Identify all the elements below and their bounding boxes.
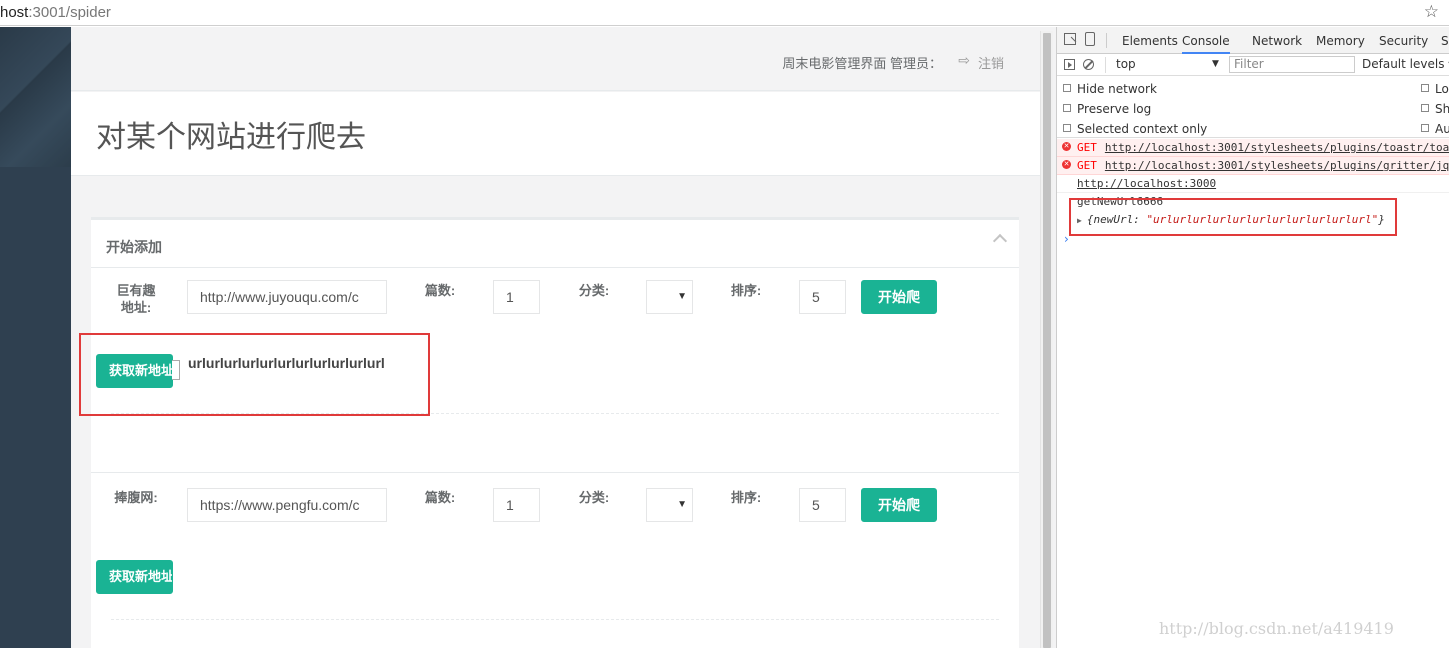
count-input-juyouqu[interactable]: 1 (493, 280, 540, 314)
sign-out-icon[interactable]: ⇨ (958, 52, 970, 69)
count-label: 篇数: (424, 283, 456, 298)
hide-network-checkbox[interactable]: Hide network (1063, 82, 1157, 96)
selected-context-checkbox[interactable]: Selected context only (1063, 122, 1207, 136)
show-sidebar-icon[interactable] (1064, 59, 1075, 70)
tab-memory[interactable]: Memory (1316, 34, 1365, 48)
error-icon: ✕ (1062, 141, 1071, 151)
order-input-pengfu[interactable]: 5 (799, 488, 846, 522)
category-select-juyouqu[interactable]: ▼ (646, 280, 693, 314)
count-input-pengfu[interactable]: 1 (493, 488, 540, 522)
console-settings: Hide network Preserve log Selected conte… (1057, 76, 1449, 138)
clear-console-icon[interactable] (1083, 59, 1094, 70)
bookmark-star-icon[interactable]: ☆ (1424, 2, 1439, 22)
preserve-log-checkbox[interactable]: Preserve log (1063, 102, 1151, 116)
logout-link[interactable]: 注销 (978, 53, 1004, 72)
start-crawl-button-juyouqu[interactable]: 开始爬 (861, 280, 937, 314)
collapse-chevron-up-icon[interactable] (992, 233, 1008, 249)
order-label: 排序: (730, 283, 762, 298)
error-icon: ✕ (1062, 159, 1071, 169)
site-url-input-juyouqu[interactable]: http://www.juyouqu.com/c (187, 280, 387, 314)
chevron-down-icon: ▼ (1212, 59, 1219, 69)
watermark-text: http://blog.csdn.net/a419419 (1159, 619, 1394, 638)
log-levels-select[interactable]: Default levels ▾ (1362, 57, 1449, 71)
order-label: 排序: (730, 490, 762, 505)
category-label: 分类: (578, 283, 610, 298)
page-heading: 对某个网站进行爬去 (71, 92, 1040, 176)
devtools-panel: Elements Console Network Memory Security… (1056, 27, 1449, 648)
panel-title: 开始添加 (106, 239, 162, 255)
highlight-annotation-box (1069, 198, 1397, 236)
chevron-down-icon: ▼ (677, 499, 687, 510)
site-url-input-pengfu[interactable]: https://www.pengfu.com/c (187, 488, 387, 522)
top-navbar: 周末电影管理界面 管理员： ⇨ 注销 (71, 31, 1040, 91)
sidebar-header (0, 27, 71, 167)
error-url-link[interactable]: http://localhost:3001/stylesheets/plugin… (1105, 159, 1449, 172)
show-timestamps-checkbox[interactable]: Sho (1421, 102, 1449, 116)
address-bar[interactable]: host:3001/spider ☆ (0, 0, 1449, 26)
tab-overflow[interactable]: Se (1441, 34, 1449, 48)
category-select-pengfu[interactable]: ▼ (646, 488, 693, 522)
console-error-row: ✕ GET http://localhost:3001/stylesheets/pl… (1057, 157, 1449, 175)
error-url-link[interactable]: http://localhost:3001/stylesheets/plugin… (1105, 141, 1449, 154)
console-toolbar: top ▼ Filter Default levels ▾ (1057, 54, 1449, 76)
devtools-tab-bar: Elements Console Network Memory Security… (1057, 27, 1449, 54)
site-name-label-pengfu: 捧腹网: (114, 490, 158, 505)
log-xhr-checkbox[interactable]: Log (1421, 82, 1449, 96)
highlight-annotation-box (79, 333, 430, 416)
console-log-row: http://localhost:3000 (1057, 175, 1449, 193)
console-filter-input[interactable]: Filter (1229, 56, 1355, 73)
tab-elements[interactable]: Elements (1122, 34, 1178, 48)
page-title: 对某个网站进行爬去 (96, 121, 366, 154)
chevron-down-icon: ▼ (677, 291, 687, 302)
tab-network[interactable]: Network (1252, 34, 1302, 48)
console-error-row: ✕ GET http://localhost:3001/stylesheets/pl… (1057, 139, 1449, 157)
tab-console[interactable]: Console (1182, 34, 1230, 54)
page-scrollbar-thumb[interactable] (1043, 33, 1051, 648)
tab-security[interactable]: Security (1379, 34, 1428, 48)
inspect-element-icon[interactable] (1064, 33, 1076, 45)
category-label: 分类: (578, 490, 610, 505)
sidebar (0, 27, 71, 648)
get-new-url-button-pengfu[interactable]: 获取新地址 (96, 560, 173, 594)
device-toolbar-icon[interactable] (1085, 32, 1095, 46)
site-name-label-juyouqu: 巨有趣 地址: (116, 283, 156, 315)
section-divider (91, 472, 1019, 473)
start-crawl-button-pengfu[interactable]: 开始爬 (861, 488, 937, 522)
order-input-juyouqu[interactable]: 5 (799, 280, 846, 314)
log-url-link[interactable]: http://localhost:3000 (1077, 177, 1216, 190)
autocomplete-checkbox[interactable]: Au (1421, 122, 1449, 136)
admin-welcome-text: 周末电影管理界面 管理员： (782, 56, 942, 71)
context-select[interactable]: top (1105, 57, 1227, 73)
tab-separator (1106, 33, 1107, 48)
url-text[interactable]: host:3001/spider (0, 4, 111, 21)
count-label: 篇数: (424, 490, 456, 505)
panel-header: 开始添加 (91, 220, 1019, 268)
row-separator (111, 619, 999, 620)
